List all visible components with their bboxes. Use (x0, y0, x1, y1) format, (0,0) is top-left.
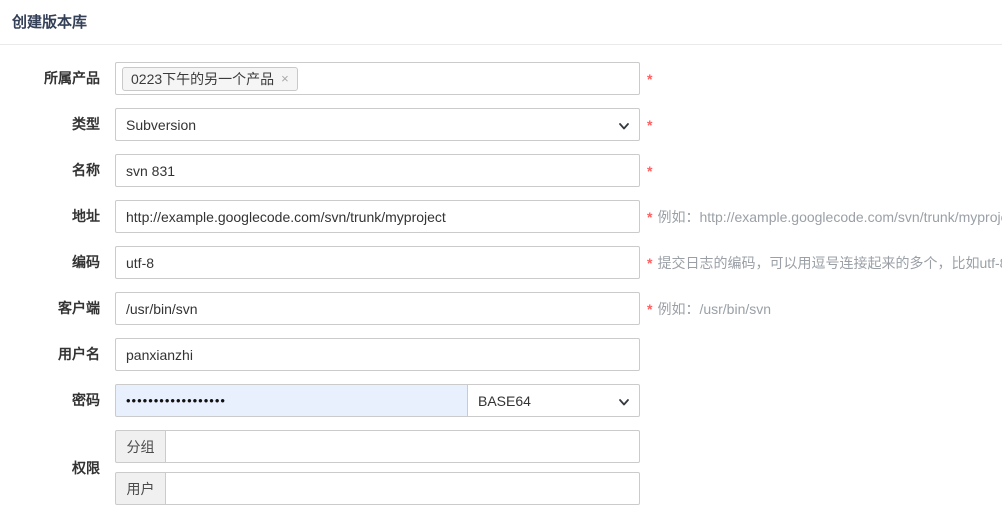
form-row-acl: 权限 分组 用户 (0, 430, 1002, 505)
form-row-username: 用户名 (0, 338, 1002, 371)
acl-user-input-group: 用户 (115, 472, 640, 505)
form-row-url: 地址 * 例如：http://example.googlecode.com/sv… (0, 200, 1002, 233)
required-asterisk: * (647, 301, 652, 317)
acl-label: 权限 (0, 458, 100, 478)
client-input[interactable] (115, 292, 640, 325)
required-asterisk: * (647, 71, 652, 87)
username-input[interactable] (115, 338, 640, 371)
password-input[interactable] (115, 384, 468, 417)
required-asterisk: * (647, 209, 652, 225)
url-label: 地址 (0, 200, 100, 233)
password-label: 密码 (0, 384, 100, 417)
product-multiselect[interactable]: 0223下午的另一个产品 × (115, 62, 640, 95)
name-label: 名称 (0, 154, 100, 187)
client-label: 客户端 (0, 292, 100, 325)
encoding-input[interactable] (115, 246, 640, 279)
acl-group-input-group: 分组 (115, 430, 640, 463)
type-select-value: Subversion (126, 117, 196, 133)
tag-remove-icon[interactable]: × (281, 71, 289, 86)
chevron-down-icon (618, 119, 630, 135)
chevron-down-icon (618, 395, 630, 411)
page-title: 创建版本库 (12, 14, 87, 31)
client-hint: 例如：/usr/bin/svn (657, 299, 771, 319)
acl-user-input[interactable] (165, 472, 640, 505)
password-encrypt-value: BASE64 (478, 393, 531, 409)
encoding-label: 编码 (0, 246, 100, 279)
required-asterisk: * (647, 117, 652, 133)
password-encrypt-select[interactable]: BASE64 (467, 384, 640, 417)
username-label: 用户名 (0, 338, 100, 371)
acl-group-input[interactable] (165, 430, 640, 463)
acl-user-addon: 用户 (115, 472, 166, 505)
name-input[interactable] (115, 154, 640, 187)
panel-header: 创建版本库 (0, 0, 1002, 45)
form-row-name: 名称 * (0, 154, 1002, 187)
form-row-client: 客户端 * 例如：/usr/bin/svn (0, 292, 1002, 325)
product-label: 所属产品 (0, 62, 100, 95)
required-asterisk: * (647, 163, 652, 179)
form-row-password: 密码 BASE64 (0, 384, 1002, 417)
product-tag-label: 0223下午的另一个产品 (131, 69, 274, 89)
encoding-hint: 提交日志的编码，可以用逗号连接起来的多个，比如utf-8。 (657, 253, 1002, 273)
url-input[interactable] (115, 200, 640, 233)
required-asterisk: * (647, 255, 652, 271)
type-label: 类型 (0, 108, 100, 141)
form-row-type: 类型 Subversion * (0, 108, 1002, 141)
create-repo-form: 所属产品 0223下午的另一个产品 × * 类型 Subversion (0, 45, 1002, 505)
type-select[interactable]: Subversion (115, 108, 640, 141)
url-hint: 例如：http://example.googlecode.com/svn/tru… (657, 207, 1002, 227)
form-row-encoding: 编码 * 提交日志的编码，可以用逗号连接起来的多个，比如utf-8。 (0, 246, 1002, 279)
acl-group-addon: 分组 (115, 430, 166, 463)
form-row-product: 所属产品 0223下午的另一个产品 × * (0, 62, 1002, 95)
product-tag-chip: 0223下午的另一个产品 × (122, 67, 298, 91)
